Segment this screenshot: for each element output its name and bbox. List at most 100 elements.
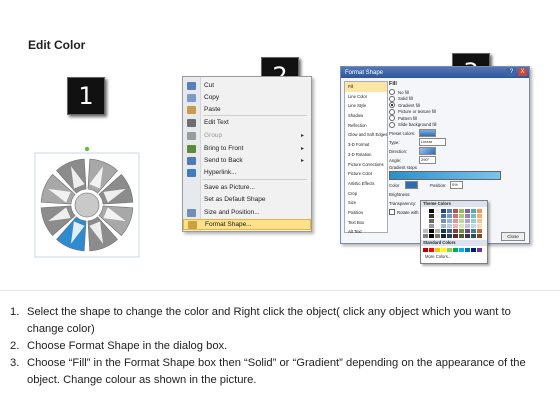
menu-item-copy[interactable]: Copy bbox=[183, 92, 311, 103]
category-item[interactable]: Picture Color bbox=[345, 169, 387, 179]
radio-button[interactable] bbox=[389, 108, 395, 115]
color-swatch[interactable] bbox=[465, 248, 470, 252]
color-swatch[interactable] bbox=[453, 219, 458, 223]
type-dropdown[interactable]: Linear bbox=[419, 138, 446, 146]
color-swatch[interactable] bbox=[429, 209, 434, 213]
color-swatch[interactable] bbox=[471, 224, 476, 228]
color-swatch[interactable] bbox=[465, 219, 470, 223]
close-button[interactable]: Close bbox=[501, 232, 525, 241]
color-swatch[interactable] bbox=[435, 248, 440, 252]
menu-item-format-shape[interactable]: Format Shape... bbox=[183, 219, 311, 230]
category-item[interactable]: 3-D Rotation bbox=[345, 150, 387, 160]
color-swatch[interactable] bbox=[441, 214, 446, 218]
color-swatch[interactable] bbox=[447, 248, 452, 252]
category-item[interactable]: Shadow bbox=[345, 111, 387, 121]
color-swatch[interactable] bbox=[435, 224, 440, 228]
menu-item-paste[interactable]: Paste bbox=[183, 104, 311, 115]
color-swatch[interactable] bbox=[441, 224, 446, 228]
rotate-checkbox[interactable] bbox=[389, 209, 395, 215]
color-swatch[interactable] bbox=[459, 224, 464, 228]
gradient-stops-bar[interactable] bbox=[389, 171, 501, 180]
color-swatch[interactable] bbox=[441, 209, 446, 213]
color-swatch[interactable] bbox=[429, 219, 434, 223]
category-item[interactable]: Size bbox=[345, 198, 387, 208]
help-button[interactable]: ? bbox=[507, 68, 516, 76]
color-swatch[interactable] bbox=[423, 248, 428, 252]
color-swatch[interactable] bbox=[477, 214, 482, 218]
category-item[interactable]: Glow and Soft Edges bbox=[345, 130, 387, 140]
color-swatch[interactable] bbox=[459, 209, 464, 213]
selection-handle[interactable] bbox=[84, 146, 90, 152]
color-swatch[interactable] bbox=[423, 209, 428, 213]
preset-colors-dropdown[interactable] bbox=[419, 129, 436, 137]
color-swatch[interactable] bbox=[471, 219, 476, 223]
color-swatch[interactable] bbox=[429, 229, 434, 233]
color-swatch[interactable] bbox=[435, 219, 440, 223]
color-swatch[interactable] bbox=[459, 219, 464, 223]
menu-item-save-as-picture[interactable]: Save as Picture... bbox=[183, 182, 311, 193]
category-item[interactable]: Position bbox=[345, 208, 387, 218]
color-swatch[interactable] bbox=[453, 209, 458, 213]
color-swatch[interactable] bbox=[459, 214, 464, 218]
color-swatch[interactable] bbox=[477, 234, 482, 238]
color-swatch[interactable] bbox=[453, 224, 458, 228]
color-swatch[interactable] bbox=[447, 234, 452, 238]
radio-button[interactable] bbox=[389, 95, 395, 102]
angle-field[interactable]: 290° bbox=[419, 156, 436, 164]
color-swatch[interactable] bbox=[447, 224, 452, 228]
color-swatch[interactable] bbox=[465, 234, 470, 238]
menu-item-bring-to-front[interactable]: Bring to Front ▸ bbox=[183, 143, 311, 154]
color-swatch[interactable] bbox=[477, 248, 482, 252]
color-swatch[interactable] bbox=[429, 234, 434, 238]
fill-option[interactable]: Slide background fill bbox=[389, 121, 526, 129]
radio-button[interactable] bbox=[389, 102, 395, 109]
color-swatch[interactable] bbox=[447, 209, 452, 213]
category-item[interactable]: Artistic Effects bbox=[345, 179, 387, 189]
color-swatch[interactable] bbox=[471, 214, 476, 218]
color-swatch[interactable] bbox=[441, 229, 446, 233]
color-swatch[interactable] bbox=[477, 224, 482, 228]
color-swatch[interactable] bbox=[423, 224, 428, 228]
color-swatch[interactable] bbox=[441, 248, 446, 252]
color-swatch[interactable] bbox=[447, 219, 452, 223]
color-swatch[interactable] bbox=[477, 219, 482, 223]
color-swatch[interactable] bbox=[453, 229, 458, 233]
color-dropdown[interactable] bbox=[405, 181, 418, 189]
menu-item-size-and-position[interactable]: Size and Position... bbox=[183, 207, 311, 218]
color-swatch[interactable] bbox=[465, 224, 470, 228]
category-item[interactable]: Text Box bbox=[345, 218, 387, 228]
color-swatch[interactable] bbox=[429, 248, 434, 252]
color-swatch[interactable] bbox=[423, 214, 428, 218]
color-swatch[interactable] bbox=[459, 234, 464, 238]
color-swatch[interactable] bbox=[477, 229, 482, 233]
color-swatch[interactable] bbox=[453, 214, 458, 218]
color-swatch[interactable] bbox=[459, 248, 464, 252]
color-swatch[interactable] bbox=[465, 229, 470, 233]
menu-item-set-as-default-shape[interactable]: Set as Default Shape bbox=[183, 194, 311, 205]
color-swatch[interactable] bbox=[459, 229, 464, 233]
menu-item-edit-text[interactable]: Edit Text bbox=[183, 117, 311, 128]
radio-button[interactable] bbox=[389, 115, 395, 122]
color-swatch[interactable] bbox=[465, 209, 470, 213]
color-swatch[interactable] bbox=[435, 234, 440, 238]
more-colors-link[interactable]: More Colors... bbox=[421, 254, 487, 259]
category-item[interactable]: 3-D Format bbox=[345, 140, 387, 150]
color-swatch[interactable] bbox=[441, 234, 446, 238]
menu-item-send-to-back[interactable]: Send to Back ▸ bbox=[183, 155, 311, 166]
color-swatch[interactable] bbox=[447, 214, 452, 218]
menu-item-hyperlink[interactable]: Hyperlink... bbox=[183, 167, 311, 178]
category-item[interactable]: Reflection bbox=[345, 121, 387, 131]
color-swatch[interactable] bbox=[429, 214, 434, 218]
color-swatch[interactable] bbox=[471, 229, 476, 233]
color-swatch[interactable] bbox=[435, 229, 440, 233]
color-swatch[interactable] bbox=[465, 214, 470, 218]
radio-button[interactable] bbox=[389, 121, 395, 128]
color-swatch[interactable] bbox=[441, 219, 446, 223]
circular-arrows-diagram[interactable] bbox=[27, 145, 147, 265]
category-item[interactable]: Crop bbox=[345, 189, 387, 199]
color-swatch[interactable] bbox=[423, 229, 428, 233]
color-swatch[interactable] bbox=[477, 209, 482, 213]
menu-item-cut[interactable]: Cut bbox=[183, 80, 311, 91]
color-swatch[interactable] bbox=[429, 224, 434, 228]
color-swatch[interactable] bbox=[453, 234, 458, 238]
